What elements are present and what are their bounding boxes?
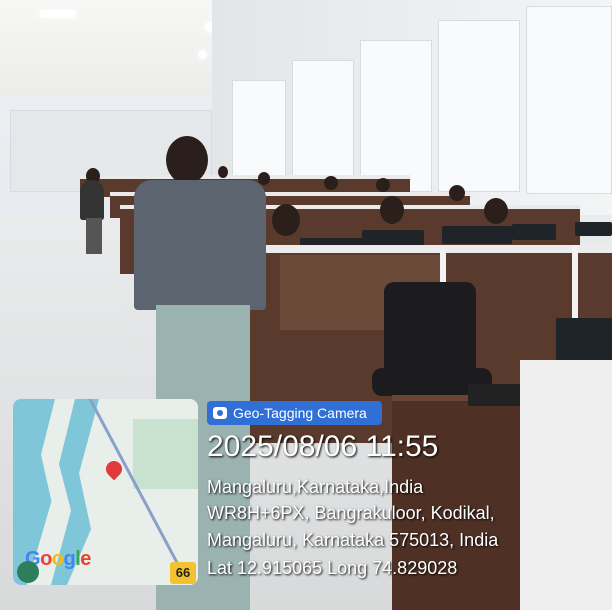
- monitor: [442, 226, 512, 244]
- wall-panel: [360, 40, 432, 192]
- wall-panel: [526, 6, 612, 194]
- map-poi-icon: [17, 561, 39, 583]
- map-inset: Google: [13, 399, 198, 585]
- address-line-2: Mangaluru, Karnataka 575013, India: [207, 530, 499, 550]
- coordinates-line: Lat 12.915065 Long 74.829028: [207, 558, 458, 578]
- student: [218, 166, 228, 178]
- student: [86, 218, 102, 254]
- monitor: [512, 224, 556, 240]
- monitor: [362, 230, 424, 246]
- teacher-shirt: [134, 180, 266, 310]
- route-badge: 66: [170, 562, 196, 584]
- address-line-1: WR8H+6PX, Bangrakuloor, Kodikal,: [207, 503, 495, 523]
- city-line: Mangaluru,Karnataka,India: [207, 477, 424, 497]
- wall-panel: [438, 20, 520, 192]
- student: [258, 172, 270, 185]
- student: [376, 178, 390, 192]
- office-chair: [384, 282, 476, 378]
- timestamp: 2025/08/06 11:55: [207, 430, 439, 463]
- monitor: [575, 222, 612, 236]
- classroom-photo: Google 66 Geo-Tagging Camera 2025/08/06 …: [0, 0, 612, 610]
- monitor: [556, 318, 612, 364]
- camera-icon: [213, 407, 227, 419]
- student: [272, 204, 300, 236]
- ceiling-light: [40, 10, 76, 18]
- geo-tag-badge: Geo-Tagging Camera: [207, 401, 382, 425]
- ceiling-light: [198, 50, 207, 59]
- map-green: [133, 419, 198, 489]
- student: [80, 180, 104, 220]
- teacher: [166, 136, 208, 184]
- student: [324, 176, 338, 190]
- wall-panel: [292, 60, 354, 192]
- geo-tag-label: Geo-Tagging Camera: [233, 405, 367, 421]
- student: [484, 198, 508, 224]
- student: [449, 185, 465, 201]
- student: [380, 196, 404, 224]
- cubicle-panel: [520, 360, 612, 610]
